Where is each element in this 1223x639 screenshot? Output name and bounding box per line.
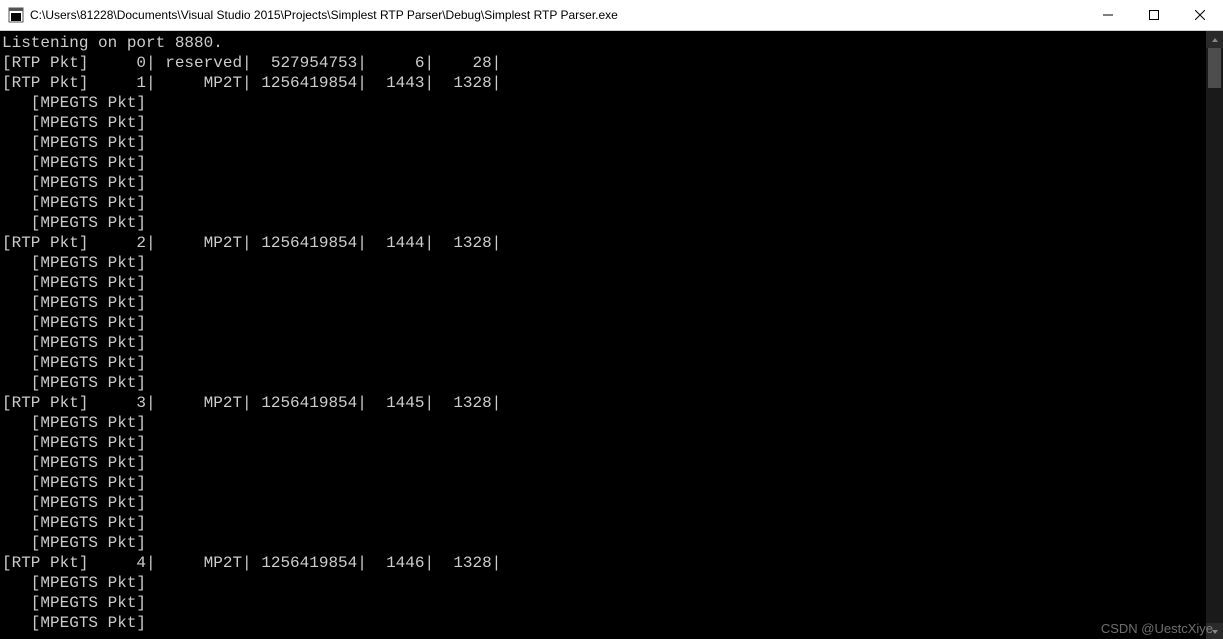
console-output: Listening on port 8880. [RTP Pkt] 0| res… xyxy=(0,31,1206,639)
window-titlebar: C:\Users\81228\Documents\Visual Studio 2… xyxy=(0,0,1223,31)
maximize-button[interactable] xyxy=(1131,0,1177,30)
minimize-button[interactable] xyxy=(1085,0,1131,30)
scroll-thumb[interactable] xyxy=(1208,48,1221,88)
close-button[interactable] xyxy=(1177,0,1223,30)
window-title: C:\Users\81228\Documents\Visual Studio 2… xyxy=(30,8,618,22)
scroll-down-icon[interactable] xyxy=(1206,623,1223,639)
scroll-up-icon[interactable] xyxy=(1206,31,1223,48)
window-controls xyxy=(1085,0,1223,30)
console-app-icon xyxy=(8,7,24,23)
vertical-scrollbar[interactable] xyxy=(1206,31,1223,639)
console-area: Listening on port 8880. [RTP Pkt] 0| res… xyxy=(0,31,1223,639)
